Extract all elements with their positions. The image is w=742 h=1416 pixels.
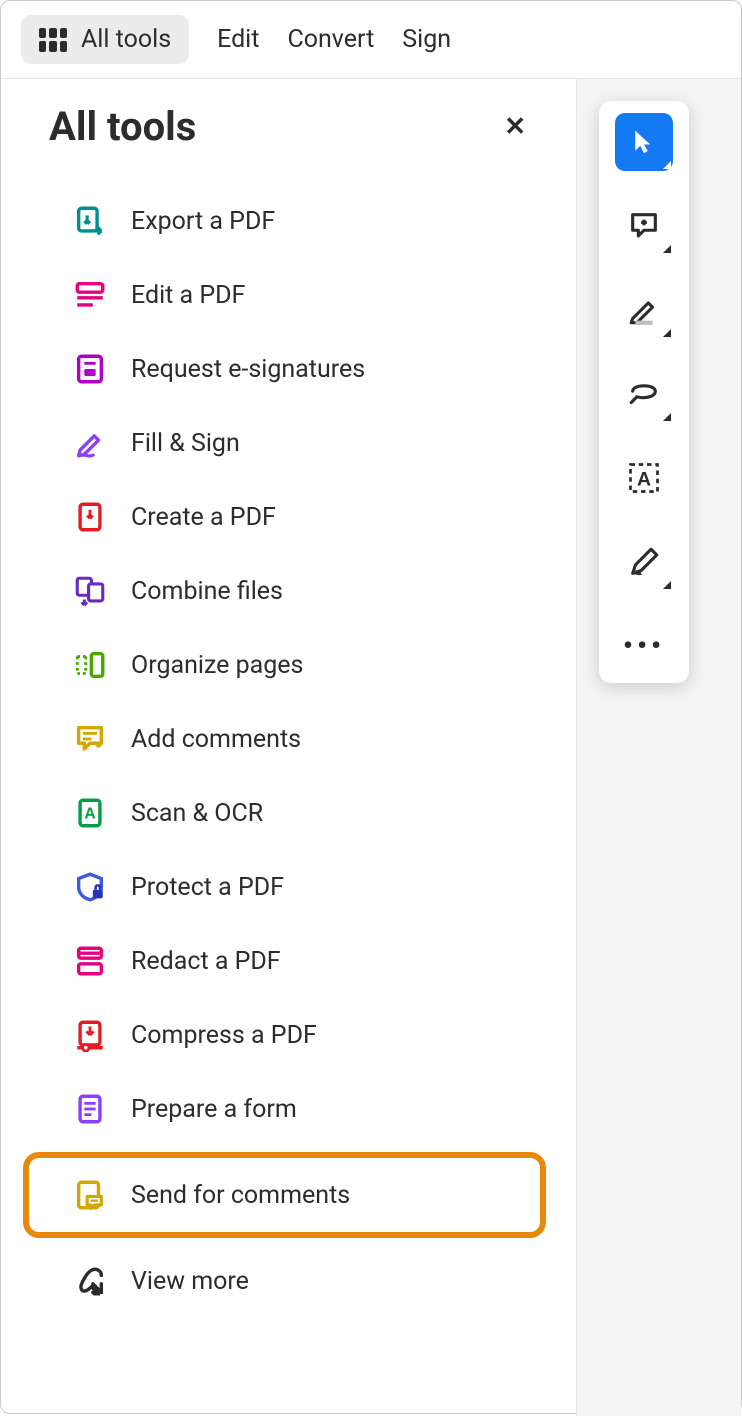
nav-convert[interactable]: Convert	[287, 25, 374, 54]
svg-text:A: A	[637, 469, 651, 491]
fountain-pen-icon	[627, 545, 661, 579]
prepare-form-icon	[73, 1092, 107, 1126]
top-bar: All tools Edit Convert Sign	[1, 1, 741, 79]
tool-prepare-form[interactable]: Prepare a form	[49, 1072, 536, 1146]
tool-list: Export a PDF Edit a PDF Request e-signatur…	[49, 184, 536, 1318]
highlight-tool[interactable]	[615, 281, 673, 339]
combine-files-icon	[73, 574, 107, 608]
tool-label: Add comments	[131, 725, 301, 754]
tool-view-more[interactable]: View more	[49, 1244, 536, 1318]
tool-label: Request e-signatures	[131, 355, 365, 384]
canvas-area: A •••	[577, 79, 741, 1416]
tool-label: Send for comments	[131, 1181, 350, 1210]
nav-edit[interactable]: Edit	[217, 25, 259, 54]
tool-label: Prepare a form	[131, 1095, 297, 1124]
organize-pages-icon	[73, 648, 107, 682]
dashed-text-icon: A	[626, 460, 662, 496]
view-more-icon	[73, 1264, 107, 1298]
ellipsis-icon: •••	[623, 632, 665, 660]
main-area: All tools ✕ Export a PDF Edit a PDF Reques…	[1, 79, 741, 1416]
tool-export-pdf[interactable]: Export a PDF	[49, 184, 536, 258]
right-toolbar: A •••	[599, 101, 689, 683]
grid-icon	[39, 28, 67, 52]
comment-tool[interactable]	[615, 197, 673, 255]
pencil-icon	[627, 293, 661, 327]
pointer-tool[interactable]	[615, 113, 673, 171]
speech-bubble-icon	[627, 209, 661, 243]
redact-pdf-icon	[73, 944, 107, 978]
all-tools-label: All tools	[81, 25, 171, 54]
request-esign-icon	[73, 352, 107, 386]
tool-edit-pdf[interactable]: Edit a PDF	[49, 258, 536, 332]
tool-create-pdf[interactable]: Create a PDF	[49, 480, 536, 554]
tool-fill-sign[interactable]: Fill & Sign	[49, 406, 536, 480]
tool-organize-pages[interactable]: Organize pages	[49, 628, 536, 702]
scan-ocr-icon: A	[73, 796, 107, 830]
compress-pdf-icon	[73, 1018, 107, 1052]
tool-label: Redact a PDF	[131, 947, 281, 976]
lasso-icon	[627, 377, 661, 411]
tool-scan-ocr[interactable]: A Scan & OCR	[49, 776, 536, 850]
tool-label: Combine files	[131, 577, 283, 606]
tool-compress-pdf[interactable]: Compress a PDF	[49, 998, 536, 1072]
more-tool[interactable]: •••	[615, 617, 673, 675]
all-tools-pill[interactable]: All tools	[21, 15, 189, 64]
tool-label: View more	[131, 1267, 249, 1296]
panel-header: All tools ✕	[49, 103, 536, 150]
tool-label: Scan & OCR	[131, 799, 263, 828]
tool-label: Protect a PDF	[131, 873, 284, 902]
send-comments-icon	[73, 1178, 107, 1212]
tool-request-esign[interactable]: Request e-signatures	[49, 332, 536, 406]
tool-send-comments[interactable]: Send for comments	[23, 1152, 546, 1238]
tool-add-comments[interactable]: Add comments	[49, 702, 536, 776]
tool-combine-files[interactable]: Combine files	[49, 554, 536, 628]
draw-tool[interactable]	[615, 365, 673, 423]
panel-title: All tools	[49, 103, 196, 150]
fill-sign-icon	[73, 426, 107, 460]
tools-panel: All tools ✕ Export a PDF Edit a PDF Reques…	[1, 79, 577, 1416]
sign-tool[interactable]	[615, 533, 673, 591]
svg-text:A: A	[84, 806, 95, 823]
tool-label: Create a PDF	[131, 503, 276, 532]
nav-sign[interactable]: Sign	[402, 25, 451, 54]
tool-label: Edit a PDF	[131, 281, 245, 310]
text-select-tool[interactable]: A	[615, 449, 673, 507]
protect-pdf-icon	[73, 870, 107, 904]
edit-pdf-icon	[73, 278, 107, 312]
tool-redact-pdf[interactable]: Redact a PDF	[49, 924, 536, 998]
close-icon[interactable]: ✕	[504, 112, 526, 142]
tool-label: Fill & Sign	[131, 429, 240, 458]
tool-protect-pdf[interactable]: Protect a PDF	[49, 850, 536, 924]
pointer-icon	[629, 127, 659, 157]
export-pdf-icon	[73, 204, 107, 238]
tool-label: Organize pages	[131, 651, 303, 680]
create-pdf-icon	[73, 500, 107, 534]
tool-label: Export a PDF	[131, 207, 275, 236]
add-comments-icon	[73, 722, 107, 756]
tool-label: Compress a PDF	[131, 1021, 317, 1050]
